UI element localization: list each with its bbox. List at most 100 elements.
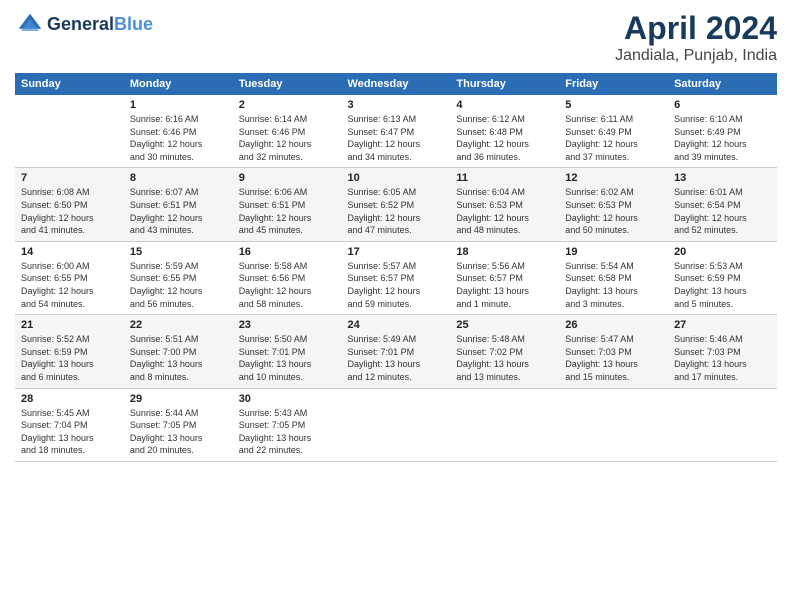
day-info: Sunrise: 5:44 AM Sunset: 7:05 PM Dayligh… bbox=[130, 407, 227, 457]
calendar-cell: 3Sunrise: 6:13 AM Sunset: 6:47 PM Daylig… bbox=[342, 95, 451, 168]
day-number: 25 bbox=[456, 319, 553, 331]
calendar-cell: 8 Sunrise: 6:07 AM Sunset: 6:51 PM Daylig… bbox=[124, 168, 233, 241]
day-number: 4 bbox=[456, 99, 553, 111]
day-info: Sunrise: 5:51 AM Sunset: 7:00 PM Dayligh… bbox=[130, 333, 227, 383]
day-number: 6 bbox=[674, 99, 771, 111]
day-number: 29 bbox=[130, 393, 227, 405]
calendar-cell: 29 Sunrise: 5:44 AM Sunset: 7:05 PM Dayli… bbox=[124, 388, 233, 461]
day-info: Sunrise: 6:16 AM Sunset: 6:46 PM Dayligh… bbox=[130, 113, 227, 163]
day-info: Sunrise: 6:04 AM Sunset: 6:53 PM Dayligh… bbox=[456, 186, 553, 236]
day-info: Sunrise: 5:46 AM Sunset: 7:03 PM Dayligh… bbox=[674, 333, 771, 383]
calendar-cell: 27 Sunrise: 5:46 AM Sunset: 7:03 PM Dayli… bbox=[668, 315, 777, 388]
calendar-cell: 10 Sunrise: 6:05 AM Sunset: 6:52 PM Dayli… bbox=[342, 168, 451, 241]
day-number: 10 bbox=[348, 172, 445, 184]
calendar-cell: 21 Sunrise: 5:52 AM Sunset: 6:59 PM Dayli… bbox=[15, 315, 124, 388]
day-number: 24 bbox=[348, 319, 445, 331]
calendar-cell: 26Sunrise: 5:47 AM Sunset: 7:03 PM Dayli… bbox=[559, 315, 668, 388]
day-info: Sunrise: 6:05 AM Sunset: 6:52 PM Dayligh… bbox=[348, 186, 445, 236]
title-block: April 2024 Jandiala, Punjab, India bbox=[615, 10, 777, 65]
day-number: 20 bbox=[674, 246, 771, 258]
day-info: Sunrise: 5:48 AM Sunset: 7:02 PM Dayligh… bbox=[456, 333, 553, 383]
day-header-thursday: Thursday bbox=[450, 73, 559, 95]
subtitle: Jandiala, Punjab, India bbox=[615, 47, 777, 65]
day-info: Sunrise: 5:45 AM Sunset: 7:04 PM Dayligh… bbox=[21, 407, 118, 457]
day-number: 7 bbox=[21, 172, 118, 184]
day-number: 15 bbox=[130, 246, 227, 258]
day-number: 28 bbox=[21, 393, 118, 405]
day-number: 5 bbox=[565, 99, 662, 111]
day-number: 26 bbox=[565, 319, 662, 331]
day-number: 30 bbox=[239, 393, 336, 405]
logo-text: GeneralBlue bbox=[47, 14, 153, 36]
calendar-cell bbox=[559, 388, 668, 461]
day-info: Sunrise: 5:56 AM Sunset: 6:57 PM Dayligh… bbox=[456, 260, 553, 310]
calendar-cell: 1 Sunrise: 6:16 AM Sunset: 6:46 PM Daylig… bbox=[124, 95, 233, 168]
calendar-cell: 25 Sunrise: 5:48 AM Sunset: 7:02 PM Dayli… bbox=[450, 315, 559, 388]
day-info: Sunrise: 5:43 AM Sunset: 7:05 PM Dayligh… bbox=[239, 407, 336, 457]
calendar-cell: 2Sunrise: 6:14 AM Sunset: 6:46 PM Daylig… bbox=[233, 95, 342, 168]
calendar-cell bbox=[450, 388, 559, 461]
day-number: 8 bbox=[130, 172, 227, 184]
day-header-tuesday: Tuesday bbox=[233, 73, 342, 95]
day-number: 11 bbox=[456, 172, 553, 184]
day-number: 21 bbox=[21, 319, 118, 331]
day-info: Sunrise: 5:53 AM Sunset: 6:59 PM Dayligh… bbox=[674, 260, 771, 310]
day-number: 12 bbox=[565, 172, 662, 184]
calendar-cell: 18 Sunrise: 5:56 AM Sunset: 6:57 PM Dayli… bbox=[450, 241, 559, 314]
calendar-cell: 23 Sunrise: 5:50 AM Sunset: 7:01 PM Dayli… bbox=[233, 315, 342, 388]
day-number: 9 bbox=[239, 172, 336, 184]
day-info: Sunrise: 5:50 AM Sunset: 7:01 PM Dayligh… bbox=[239, 333, 336, 383]
day-info: Sunrise: 5:58 AM Sunset: 6:56 PM Dayligh… bbox=[239, 260, 336, 310]
day-info: Sunrise: 5:54 AM Sunset: 6:58 PM Dayligh… bbox=[565, 260, 662, 310]
calendar-cell: 5 Sunrise: 6:11 AM Sunset: 6:49 PM Daylig… bbox=[559, 95, 668, 168]
day-info: Sunrise: 6:08 AM Sunset: 6:50 PM Dayligh… bbox=[21, 186, 118, 236]
calendar-cell: 24 Sunrise: 5:49 AM Sunset: 7:01 PM Dayli… bbox=[342, 315, 451, 388]
day-number: 18 bbox=[456, 246, 553, 258]
day-info: Sunrise: 5:52 AM Sunset: 6:59 PM Dayligh… bbox=[21, 333, 118, 383]
calendar-cell: 14Sunrise: 6:00 AM Sunset: 6:55 PM Dayli… bbox=[15, 241, 124, 314]
calendar-cell: 28 Sunrise: 5:45 AM Sunset: 7:04 PM Dayli… bbox=[15, 388, 124, 461]
day-header-wednesday: Wednesday bbox=[342, 73, 451, 95]
day-info: Sunrise: 5:59 AM Sunset: 6:55 PM Dayligh… bbox=[130, 260, 227, 310]
main-title: April 2024 bbox=[615, 10, 777, 47]
day-info: Sunrise: 6:07 AM Sunset: 6:51 PM Dayligh… bbox=[130, 186, 227, 236]
calendar-cell: 7 Sunrise: 6:08 AM Sunset: 6:50 PM Daylig… bbox=[15, 168, 124, 241]
calendar-cell bbox=[15, 95, 124, 168]
calendar-cell: 17 Sunrise: 5:57 AM Sunset: 6:57 PM Dayli… bbox=[342, 241, 451, 314]
calendar-cell: 4Sunrise: 6:12 AM Sunset: 6:48 PM Daylig… bbox=[450, 95, 559, 168]
day-info: Sunrise: 6:06 AM Sunset: 6:51 PM Dayligh… bbox=[239, 186, 336, 236]
calendar-week-row: 1 Sunrise: 6:16 AM Sunset: 6:46 PM Daylig… bbox=[15, 95, 777, 168]
calendar-cell: 11 Sunrise: 6:04 AM Sunset: 6:53 PM Dayli… bbox=[450, 168, 559, 241]
calendar-cell: 20 Sunrise: 5:53 AM Sunset: 6:59 PM Dayli… bbox=[668, 241, 777, 314]
day-number: 27 bbox=[674, 319, 771, 331]
day-number: 13 bbox=[674, 172, 771, 184]
calendar-table: SundayMondayTuesdayWednesdayThursdayFrid… bbox=[15, 73, 777, 462]
calendar-week-row: 7 Sunrise: 6:08 AM Sunset: 6:50 PM Daylig… bbox=[15, 168, 777, 241]
logo-icon bbox=[15, 10, 45, 40]
calendar-cell: 19Sunrise: 5:54 AM Sunset: 6:58 PM Dayli… bbox=[559, 241, 668, 314]
logo: GeneralBlue bbox=[15, 10, 153, 40]
calendar-cell bbox=[668, 388, 777, 461]
day-number: 17 bbox=[348, 246, 445, 258]
day-info: Sunrise: 5:49 AM Sunset: 7:01 PM Dayligh… bbox=[348, 333, 445, 383]
day-info: Sunrise: 6:10 AM Sunset: 6:49 PM Dayligh… bbox=[674, 113, 771, 163]
day-info: Sunrise: 6:11 AM Sunset: 6:49 PM Dayligh… bbox=[565, 113, 662, 163]
day-number: 3 bbox=[348, 99, 445, 111]
calendar-cell: 22Sunrise: 5:51 AM Sunset: 7:00 PM Dayli… bbox=[124, 315, 233, 388]
calendar-week-row: 14Sunrise: 6:00 AM Sunset: 6:55 PM Dayli… bbox=[15, 241, 777, 314]
calendar-cell: 13 Sunrise: 6:01 AM Sunset: 6:54 PM Dayli… bbox=[668, 168, 777, 241]
header: GeneralBlue April 2024 Jandiala, Punjab,… bbox=[15, 10, 777, 65]
day-info: Sunrise: 6:02 AM Sunset: 6:53 PM Dayligh… bbox=[565, 186, 662, 236]
calendar-week-row: 28 Sunrise: 5:45 AM Sunset: 7:04 PM Dayli… bbox=[15, 388, 777, 461]
day-header-friday: Friday bbox=[559, 73, 668, 95]
calendar-cell: 16 Sunrise: 5:58 AM Sunset: 6:56 PM Dayli… bbox=[233, 241, 342, 314]
day-info: Sunrise: 6:14 AM Sunset: 6:46 PM Dayligh… bbox=[239, 113, 336, 163]
day-number: 14 bbox=[21, 246, 118, 258]
day-info: Sunrise: 6:01 AM Sunset: 6:54 PM Dayligh… bbox=[674, 186, 771, 236]
day-info: Sunrise: 5:57 AM Sunset: 6:57 PM Dayligh… bbox=[348, 260, 445, 310]
day-header-monday: Monday bbox=[124, 73, 233, 95]
day-number: 16 bbox=[239, 246, 336, 258]
calendar-cell: 6 Sunrise: 6:10 AM Sunset: 6:49 PM Daylig… bbox=[668, 95, 777, 168]
day-number: 23 bbox=[239, 319, 336, 331]
day-number: 1 bbox=[130, 99, 227, 111]
